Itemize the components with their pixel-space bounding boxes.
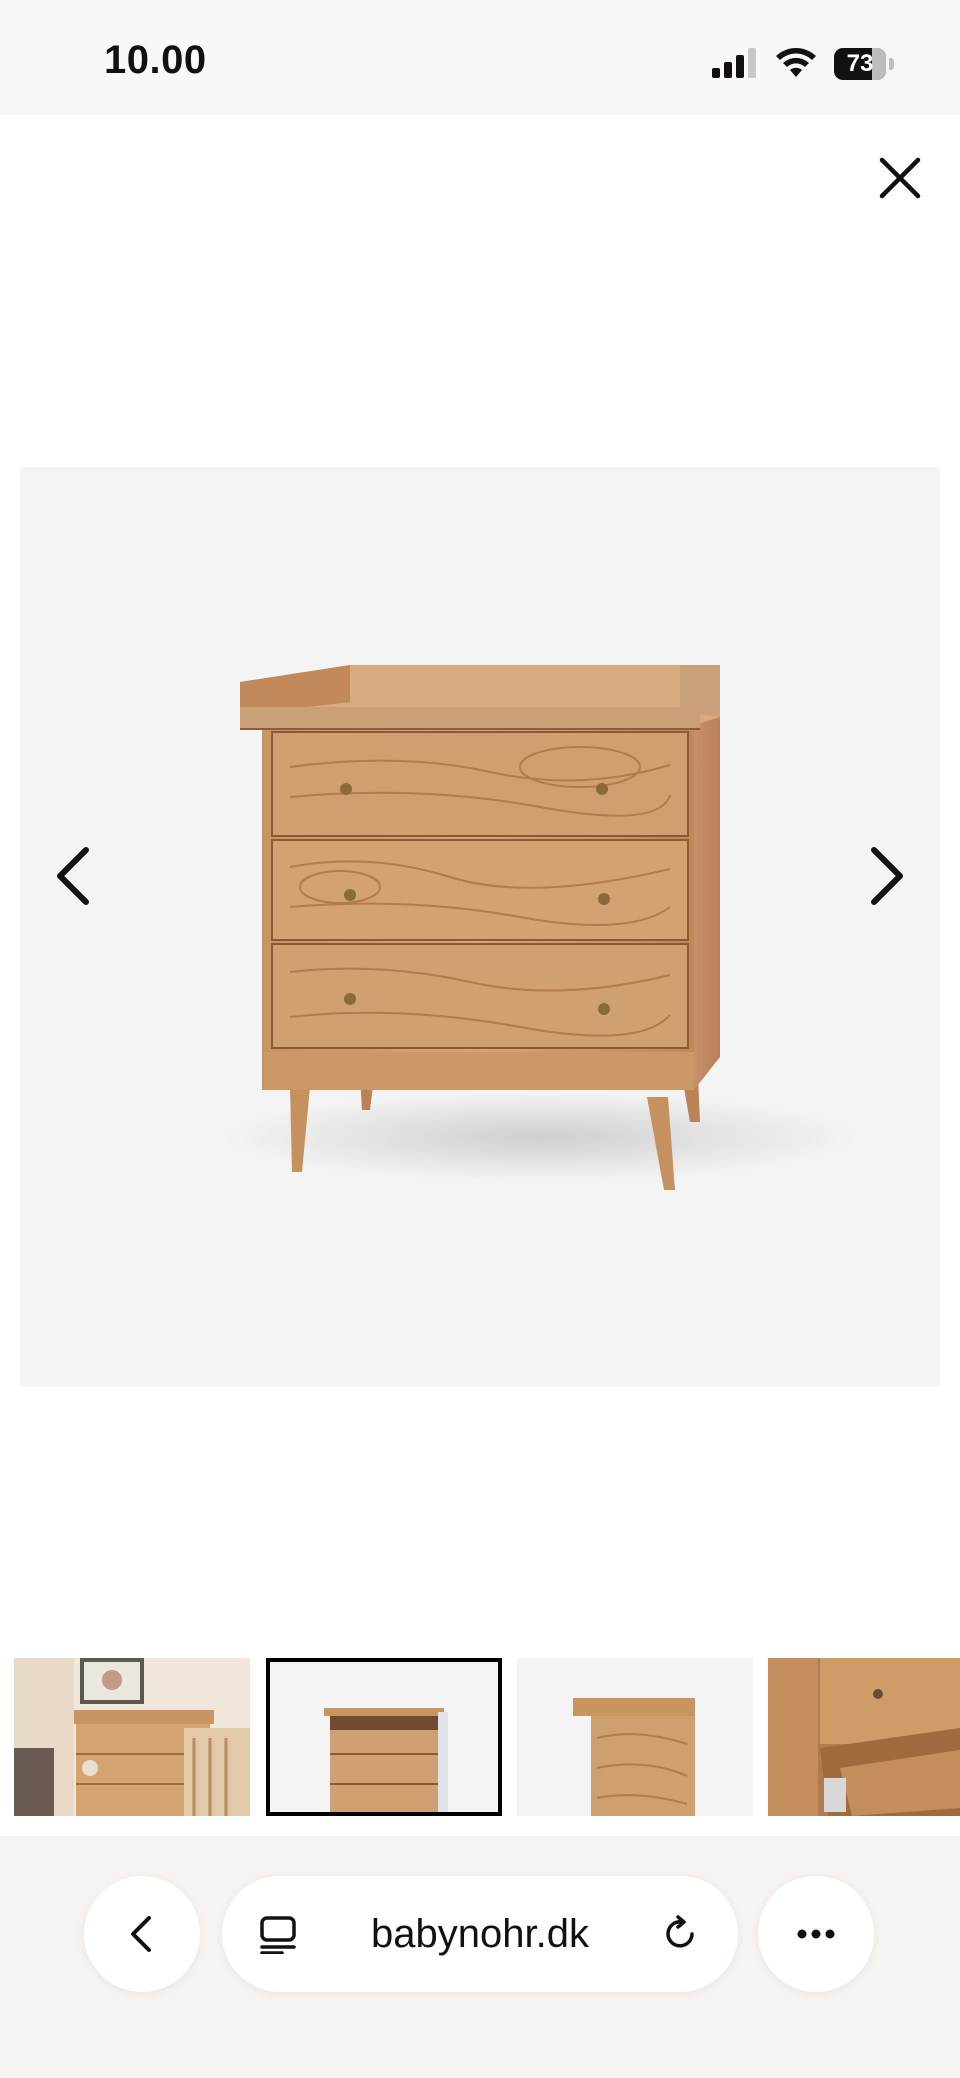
thumbnail-2[interactable] [266, 1658, 502, 1816]
product-image[interactable] [20, 467, 940, 1387]
thumbnail-3[interactable] [517, 1658, 753, 1816]
thumbnail-1[interactable] [14, 1658, 250, 1816]
cellular-signal-icon [712, 46, 758, 83]
battery-percentage: 73 [846, 50, 874, 77]
more-button[interactable] [758, 1876, 874, 1992]
chevron-left-icon [131, 1916, 151, 1952]
thumbnail-dresser-image [270, 1662, 498, 1812]
changing-dresser-image [220, 665, 860, 1190]
thumbnail-strip [0, 1658, 960, 1818]
browser-toolbar: babynohr.dk [0, 1836, 960, 2078]
chevron-left-icon [57, 847, 89, 905]
thumbnail-4[interactable] [768, 1658, 960, 1816]
close-icon [879, 157, 921, 199]
battery-icon: 73 [834, 48, 896, 80]
reload-icon[interactable] [660, 1914, 700, 1954]
next-image-button[interactable] [854, 836, 914, 916]
previous-image-button[interactable] [46, 836, 106, 916]
status-time: 10.00 [104, 38, 207, 82]
chevron-right-icon [871, 847, 903, 905]
status-bar: 10.00 73 [0, 0, 960, 115]
back-button[interactable] [84, 1876, 200, 1992]
address-bar[interactable]: babynohr.dk [222, 1876, 738, 1992]
close-button[interactable] [872, 150, 928, 206]
wifi-icon [774, 45, 818, 84]
more-icon [797, 1929, 835, 1939]
thumbnail-room-image [14, 1658, 250, 1816]
thumbnail-drawer-detail-image [768, 1658, 960, 1816]
status-icons: 73 [712, 44, 896, 84]
thumbnail-side-view-image [517, 1658, 753, 1816]
